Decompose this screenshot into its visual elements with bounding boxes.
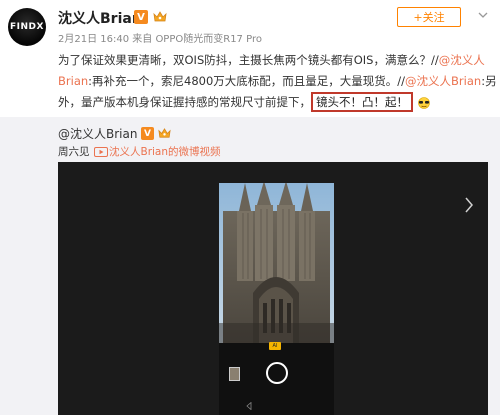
back-nav-icon: [246, 402, 252, 410]
post-text-part1: 为了保证效果更清晰，双OIS防抖，主摄长焦两个镜头都有OIS，满意么？//: [58, 53, 439, 67]
follow-button[interactable]: +关注: [397, 7, 461, 27]
avatar-logo-text: FINDX: [10, 22, 44, 32]
video-icon: [94, 147, 108, 157]
post-text: 为了保证效果更清晰，双OIS防抖，主摄长焦两个镜头都有OIS，满意么？// @沈义…: [58, 50, 498, 113]
verified-badge: V: [141, 127, 154, 140]
post-text-part2: :再补充一个，索尼4800万大底标配，而且量足，大量现货。//: [88, 74, 406, 88]
mention-link[interactable]: @沈义人Brian: [405, 74, 481, 88]
sunglasses-emoji-icon: [417, 96, 430, 109]
ai-mode-badge: AI: [269, 342, 281, 350]
vip-crown-icon: [153, 11, 167, 22]
next-arrow-icon[interactable]: [464, 196, 474, 214]
shutter-button-icon: [266, 362, 288, 384]
gallery-thumbnail: [229, 367, 240, 381]
avatar[interactable]: FINDX: [8, 8, 46, 46]
chevron-down-icon[interactable]: [478, 10, 488, 20]
video-link[interactable]: 沈义人Brian的微博视频: [109, 144, 221, 159]
author-name[interactable]: 沈义人Brian: [58, 8, 142, 28]
quoted-post-text: 周六见: [58, 146, 90, 158]
quoted-author-name[interactable]: @沈义人Brian: [58, 125, 137, 142]
vip-crown-icon: [158, 128, 171, 138]
cathedral-photo: [219, 183, 334, 343]
verified-badge: V: [134, 10, 148, 24]
post-meta: 2月21日 16:40 来自 OPPO随光而变R17 Pro: [58, 34, 262, 45]
highlighted-text: 镜头不！凸！起！: [311, 92, 413, 112]
